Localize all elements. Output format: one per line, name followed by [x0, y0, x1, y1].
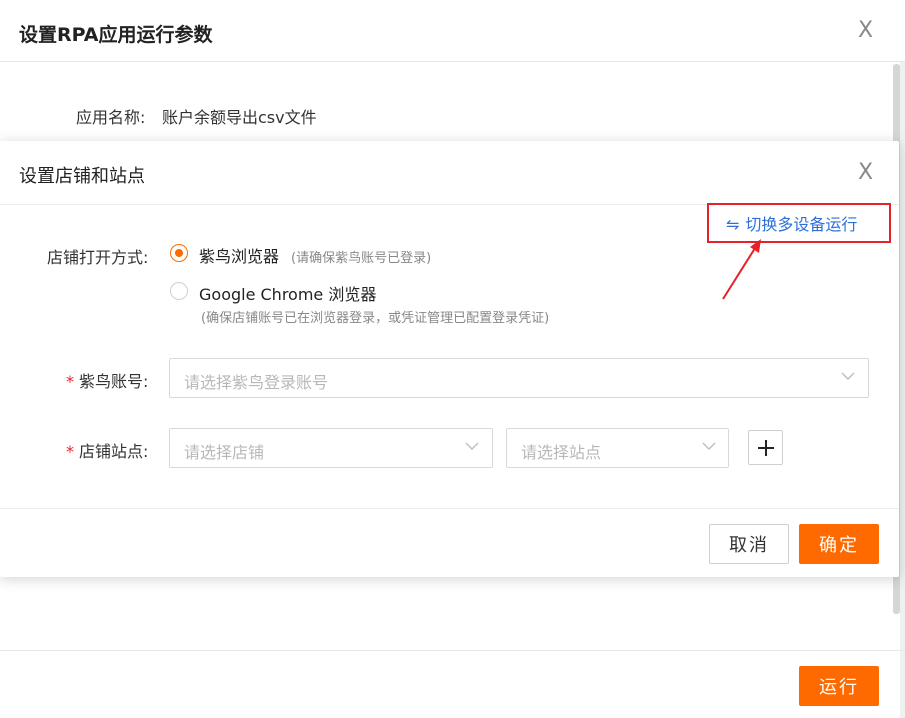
shop-select-placeholder: 请选择店铺: [184, 443, 265, 462]
option-chrome-hint: (确保店铺账号已在浏览器登录，或凭证管理已配置登录凭证): [201, 311, 550, 326]
modal-header: 设置店铺和站点 X: [0, 141, 899, 205]
modal-close-icon[interactable]: X: [858, 161, 873, 185]
modal-title: 设置店铺和站点: [19, 166, 145, 187]
open-method-label: 店铺打开方式:: [47, 248, 149, 267]
option-ziniao-hint: (请确保紫鸟账号已登录): [291, 251, 432, 266]
chevron-down-icon: [702, 442, 716, 450]
swap-arrows-icon: ⇋: [726, 215, 740, 234]
site-select[interactable]: 请选择站点: [506, 428, 729, 468]
shop-select[interactable]: 请选择店铺: [169, 428, 493, 468]
required-mark: *: [66, 442, 74, 461]
app-name-value: 账户余额导出csv文件: [162, 108, 317, 127]
account-select[interactable]: 请选择紫鸟登录账号: [169, 358, 869, 398]
screen: 设置RPA应用运行参数 X 应用名称: 账户余额导出csv文件 运行 设置店铺和…: [0, 0, 905, 718]
add-shop-site-button[interactable]: [748, 430, 783, 465]
radio-google-chrome[interactable]: [170, 282, 188, 300]
annotation-arrow: [722, 239, 761, 300]
switch-multi-device-label: 切换多设备运行: [745, 215, 858, 234]
confirm-button[interactable]: 确定: [799, 524, 879, 564]
radio-selected-dot: [175, 249, 183, 257]
account-field-label: * 紫鸟账号:: [66, 368, 148, 392]
run-button[interactable]: 运行: [799, 666, 879, 706]
annotation-arrow-head: [750, 239, 761, 253]
account-select-placeholder: 请选择紫鸟登录账号: [184, 373, 329, 392]
background-dialog-header: 设置RPA应用运行参数 X: [0, 0, 905, 62]
radio-ziniao-browser[interactable]: [170, 244, 188, 262]
app-name-label: 应用名称:: [76, 108, 146, 127]
background-content-edge: [900, 62, 905, 718]
shop-site-field-label: * 店铺站点:: [66, 438, 148, 462]
switch-multi-device-link[interactable]: ⇋ 切换多设备运行: [726, 211, 857, 235]
cancel-button[interactable]: 取消: [709, 524, 789, 564]
background-close-icon[interactable]: X: [858, 19, 873, 43]
account-label-text: 紫鸟账号:: [79, 372, 149, 391]
shop-site-modal: 设置店铺和站点 X ⇋ 切换多设备运行 店铺打开方式: 紫鸟浏览器 (请确保紫鸟账…: [0, 141, 899, 577]
chevron-down-icon: [841, 372, 855, 380]
option-chrome-label[interactable]: Google Chrome 浏览器: [199, 281, 376, 305]
modal-footer-divider: [0, 508, 899, 509]
background-dialog-title: 设置RPA应用运行参数: [19, 24, 213, 46]
site-select-placeholder: 请选择站点: [521, 443, 602, 462]
option-ziniao-label[interactable]: 紫鸟浏览器: [199, 243, 279, 267]
chevron-down-icon: [465, 442, 479, 450]
required-mark: *: [66, 372, 74, 391]
annotation-arrow-shaft: [722, 244, 758, 300]
background-footer-divider: [0, 650, 905, 651]
shop-site-label-text: 店铺站点:: [79, 442, 149, 461]
